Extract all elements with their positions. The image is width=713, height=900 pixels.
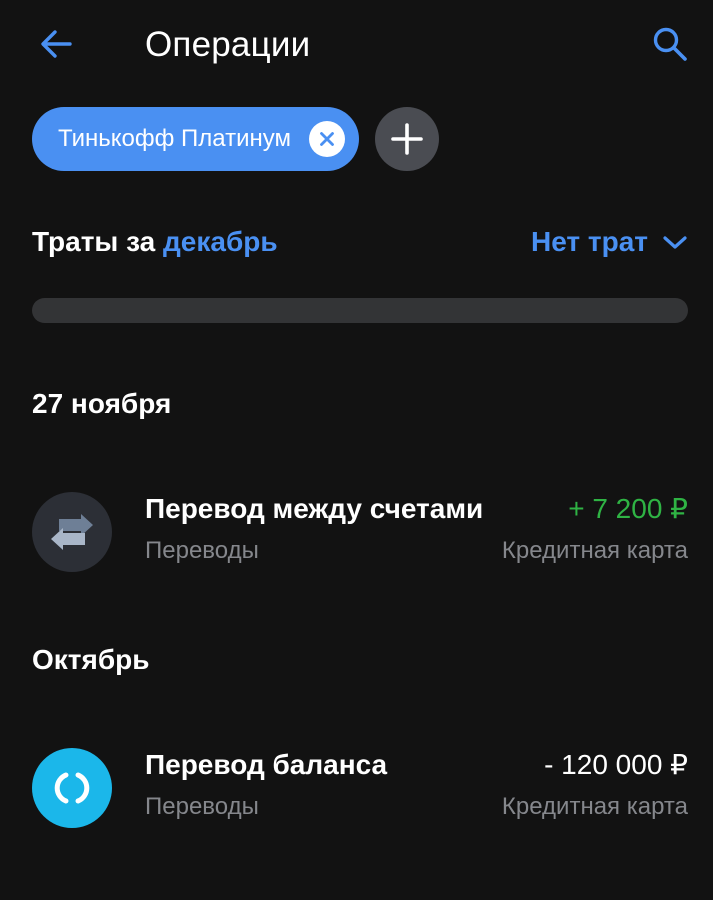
account-filter-chip[interactable]: Тинькофф Платинум xyxy=(32,107,360,171)
transaction-account: Кредитная карта xyxy=(501,537,688,564)
transfer-arrows-icon xyxy=(32,492,112,572)
transaction-name: Перевод между счетами xyxy=(145,493,484,524)
spending-progress-bar xyxy=(32,298,688,323)
filter-chips: Тинькофф Платинум xyxy=(32,107,440,171)
transaction-category: Переводы xyxy=(145,537,259,564)
spending-prefix: Траты за xyxy=(32,226,156,257)
chevron-down-icon xyxy=(662,233,688,251)
arrow-left-icon xyxy=(41,30,72,58)
transaction-amount: + 7 200 ₽ xyxy=(568,493,688,524)
transaction-row[interactable]: Перевод баланса Переводы - 120 000 ₽ Кре… xyxy=(32,746,688,830)
date-group-title: 27 ноября xyxy=(32,388,172,419)
spending-status-dropdown[interactable]: Нет трат xyxy=(531,220,688,264)
transaction-name: Перевод баланса xyxy=(145,749,388,780)
spending-status: Нет трат xyxy=(530,226,648,257)
close-icon[interactable] xyxy=(309,121,346,157)
spending-summary: Траты за декабрь Нет трат xyxy=(32,220,688,264)
balance-transfer-icon xyxy=(32,748,112,828)
search-button[interactable] xyxy=(645,20,695,68)
page-title: Операции xyxy=(145,25,311,64)
transaction-amount: - 120 000 ₽ xyxy=(544,749,688,780)
chip-label: Тинькофф Платинум xyxy=(58,125,292,152)
transaction-row[interactable]: Перевод между счетами Переводы + 7 200 ₽… xyxy=(32,490,688,574)
back-button[interactable] xyxy=(32,20,80,68)
spending-title: Траты за декабрь xyxy=(32,220,278,264)
transaction-category: Переводы xyxy=(145,793,259,820)
search-icon xyxy=(653,27,687,61)
month-selector[interactable]: декабрь xyxy=(163,226,278,257)
transaction-account: Кредитная карта xyxy=(501,793,688,820)
app-header: Операции xyxy=(0,0,713,90)
add-filter-button[interactable] xyxy=(375,107,440,171)
date-group-title: Октябрь xyxy=(32,644,150,675)
plus-icon xyxy=(391,123,423,155)
